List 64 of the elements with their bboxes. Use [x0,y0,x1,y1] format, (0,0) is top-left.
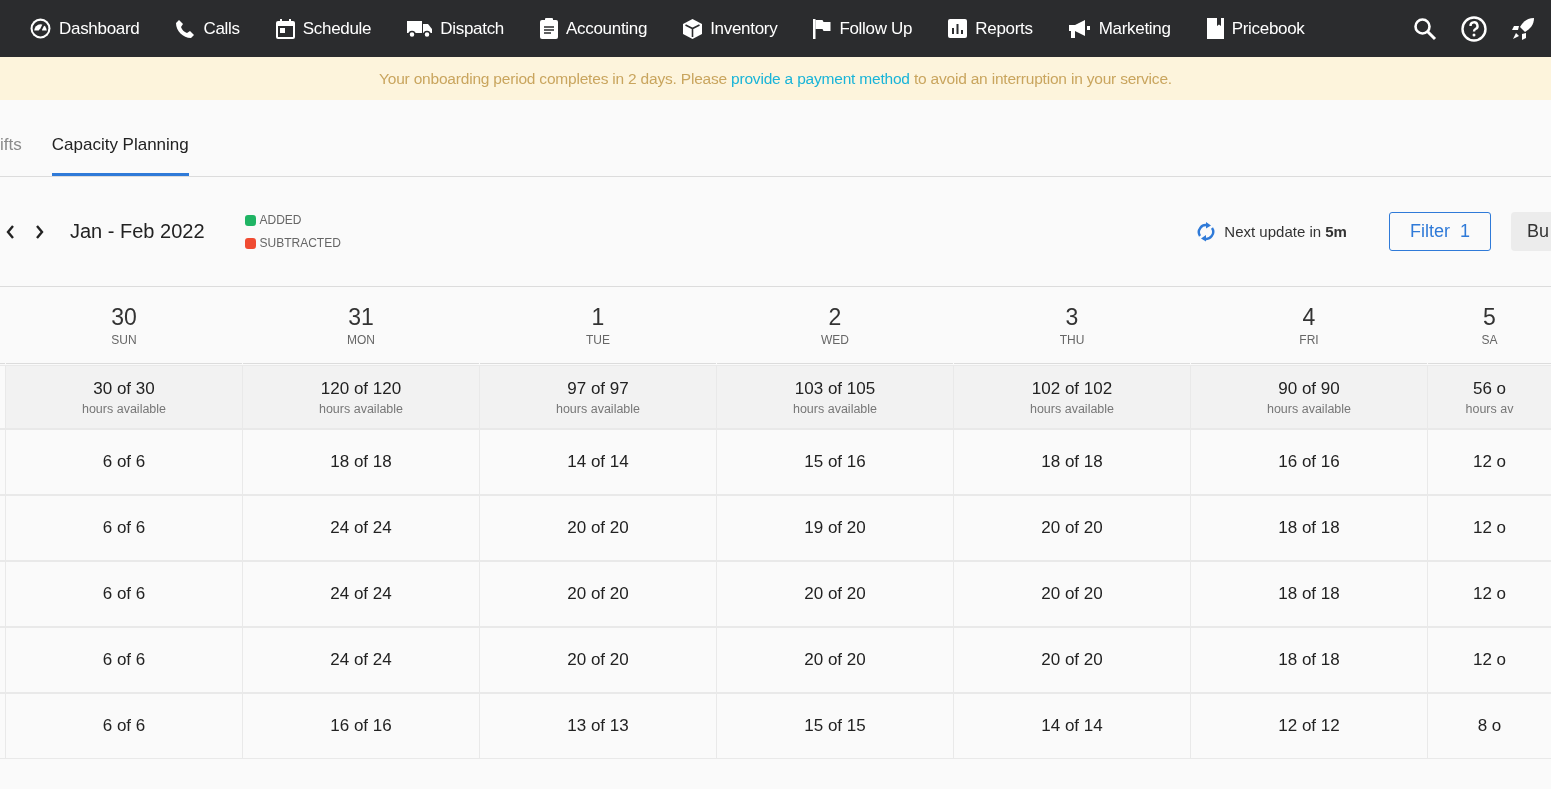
hours-label: hours available [555,401,641,416]
weekday-label: WED [821,332,849,347]
hours-label: hours available [1029,401,1115,416]
bar-chart-icon [948,19,968,38]
nav-link[interactable]: Dashboard [30,18,140,39]
chevron-right-icon [35,224,44,239]
gauge-icon [30,18,51,39]
clipboard-icon [540,18,558,39]
hours-summary: 120 of 120 [320,378,402,399]
nav-link[interactable]: Schedule [275,18,372,39]
calendar-icon [275,18,295,39]
nav-link[interactable]: Calls [175,18,240,39]
day-number: 31 [348,303,374,331]
nav-link[interactable]: Follow Up [813,18,913,39]
day-number: 1 [591,303,605,331]
filter-button[interactable]: Filter 1 [1388,212,1491,251]
day-number: 4 [1302,303,1316,331]
search-icon[interactable] [1413,16,1437,41]
hours-summary: 97 of 97 [567,378,629,399]
nav-link[interactable]: Pricebook [1206,18,1305,39]
day-number: 3 [1065,303,1079,331]
hours-summary: 102 of 102 [1031,378,1113,399]
day-number: 5 [1483,303,1496,331]
hours-label: hours av [1465,401,1514,416]
nav-link[interactable]: Dispatch [407,18,504,39]
hours-label: hours available [1266,401,1352,416]
weekday-label: FRI [1299,332,1319,347]
nav-link[interactable]: Accounting [540,18,648,39]
date-range: Jan - Feb 2022 [70,220,205,243]
weekday-label: THU [1059,332,1085,347]
weekday-label: MON [347,332,375,347]
nav-link[interactable]: Reports [948,18,1033,39]
book-icon [1206,18,1224,39]
tab[interactable]: Capacity Planning [51,135,189,176]
megaphone-icon [1068,18,1091,39]
nav-link[interactable]: Marketing [1068,18,1171,39]
refresh-icon[interactable] [1196,220,1217,243]
truck-icon [407,19,433,38]
legend-label: ADDED [259,213,302,227]
chevron-left-icon [6,224,15,239]
cube-icon [683,18,703,39]
rocket-icon[interactable] [1511,16,1535,41]
next-update-text: Next update in 5m [1224,223,1347,240]
weekday-label: TUE [586,332,610,347]
previous-button[interactable] [6,224,15,239]
nav-link[interactable]: Inventory [683,18,778,39]
weekday-label: SA [1481,332,1498,347]
day-number: 30 [111,303,137,331]
weekday-label: SUN [111,332,137,347]
onboarding-message: Your onboarding period completes in 2 days. Please provide a payment method to avoid an interruption in your service. [379,69,1172,88]
hours-summary: 30 of 30 [93,378,155,399]
hours-summary: 90 of 90 [1278,378,1340,399]
hours-label: hours available [81,401,167,416]
flag-icon [813,18,832,39]
hours-label: hours available [318,401,404,416]
hours-summary: 56 o [1472,378,1507,399]
help-icon[interactable] [1461,15,1487,42]
hours-label: hours available [792,401,878,416]
toolbar-button[interactable]: Bu [1510,212,1551,251]
day-number: 2 [828,303,842,331]
legend-label: SUBTRACTED [259,236,341,250]
phone-icon [175,18,196,39]
hours-summary: 103 of 105 [794,378,876,399]
next-button[interactable] [35,224,44,239]
